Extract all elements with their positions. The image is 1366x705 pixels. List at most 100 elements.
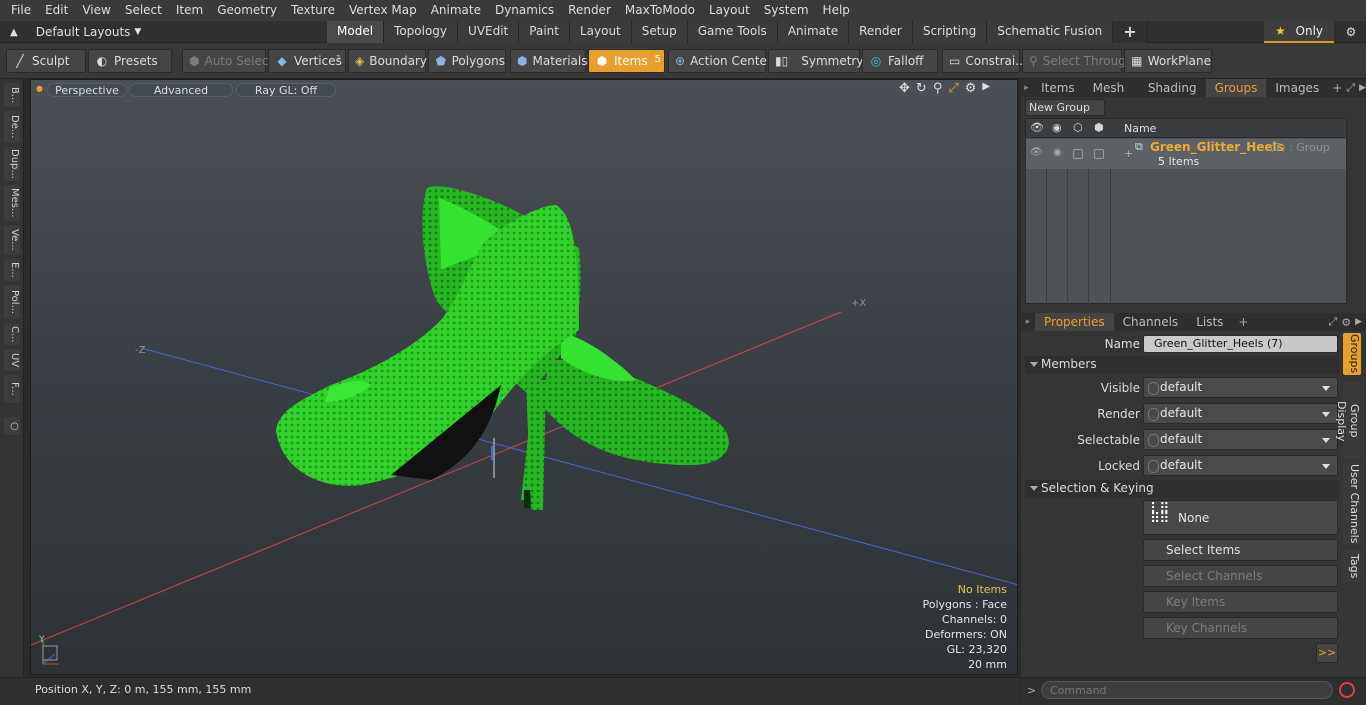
left-tab-deform[interactable]: De... [4,111,20,143]
left-tab-edge[interactable]: E... [4,259,20,281]
workplane-button[interactable]: ▦ WorkPlane [1124,49,1212,73]
left-tab-vertex[interactable]: Ve... [4,225,20,255]
add-tab-button[interactable]: + [1113,21,1148,43]
left-tab-curve[interactable]: C... [4,323,20,345]
tab-scripting[interactable]: Scripting [912,21,988,43]
row-eye-icon[interactable]: 👁 [1030,147,1043,158]
tab-model[interactable]: Model [327,21,385,43]
selectable-dropdown[interactable]: default [1143,429,1338,450]
menu-view[interactable]: View [75,0,117,21]
expand-panel-icon[interactable]: ⤢ [1346,81,1355,95]
only-toggle[interactable]: ★ Only [1264,21,1334,43]
side-tab-user-channels[interactable]: User Channels [1343,464,1361,544]
tab-uvedit[interactable]: UVEdit [458,21,520,43]
falloff-button[interactable]: ◎ Falloff [862,49,938,73]
auto-select-button[interactable]: ⬢ Auto Select [182,49,273,73]
lock-icon[interactable]: ⬡ [1073,121,1083,134]
render-icon[interactable]: ◉ [1052,121,1062,134]
tab-items[interactable]: Items [1032,79,1084,97]
left-tab-polygon[interactable]: Pol... [4,285,20,319]
menu-geometry[interactable]: Geometry [210,0,284,21]
visibility-eye-icon[interactable]: 👁 [1030,121,1044,134]
side-tab-groups[interactable]: Groups [1343,333,1361,375]
menu-texture[interactable]: Texture [284,0,342,21]
menu-animate[interactable]: Animate [424,0,488,21]
menu-vertex-map[interactable]: Vertex Map [342,0,424,21]
record-icon[interactable] [1339,682,1355,698]
tab-groups[interactable]: Groups [1205,79,1267,97]
render-dropdown[interactable]: default [1143,403,1338,424]
menu-select[interactable]: Select [118,0,169,21]
gear-icon[interactable]: ⚙ [1336,21,1366,43]
row-lock-checkbox[interactable] [1073,149,1083,159]
members-section[interactable]: Members [1025,356,1339,374]
more-button[interactable]: >> [1316,643,1338,663]
tab-channels[interactable]: Channels [1114,313,1188,331]
expand-panel-icon-2[interactable]: ⤢ [1328,315,1337,329]
menu-edit[interactable]: Edit [38,0,75,21]
tab-layout[interactable]: Layout [569,21,632,43]
3d-viewport[interactable]: ● Perspective Advanced Ray GL: Off ✥ ↻ ⚲… [30,79,1018,675]
none-button[interactable]: ⠇⠿ ⠿⠿ None [1143,500,1338,535]
name-field[interactable]: Green_Glitter_Heels (7) [1143,335,1338,353]
side-tab-tags[interactable]: Tags [1343,550,1361,582]
left-tab-uv[interactable]: UV [4,349,20,371]
menu-system[interactable]: System [757,0,816,21]
tab-shading[interactable]: Shading [1139,79,1206,97]
panel-menu-icon[interactable]: ▶ [1359,83,1366,93]
menu-layout[interactable]: Layout [702,0,757,21]
locked-dropdown[interactable]: default [1143,455,1338,476]
panel-menu-icon-2[interactable]: ▶ [1355,317,1362,327]
select-through-button[interactable]: ⚲ Select Through [1022,49,1133,73]
boundary-button[interactable]: ◈ Boundary [348,49,427,73]
tab-render[interactable]: Render [849,21,913,43]
left-tab-basic[interactable]: B... [4,83,20,107]
left-tab-mesh[interactable]: Mes... [4,185,20,221]
left-tab-fusion[interactable]: F... [4,375,20,403]
symmetry-button[interactable]: ▮▯ Symmetry [768,49,863,73]
tab-lists[interactable]: Lists [1187,313,1232,331]
presets-button[interactable]: ◐ Presets [88,49,172,73]
tab-animate[interactable]: Animate [777,21,850,43]
vertices-button[interactable]: ◆ Vertices 1 [268,49,346,73]
key-channels-button[interactable]: Key Channels [1143,617,1338,639]
action-center-button[interactable]: ⊕ Action Center [668,49,772,73]
row-render-icon[interactable]: ◉ [1053,147,1062,158]
table-row[interactable]: 👁 ◉ + ⧉ Green_Glitter_Heels (7) : Group … [1026,139,1346,169]
tab-setup[interactable]: Setup [631,21,688,43]
tab-schematic-fusion[interactable]: Schematic Fusion [987,21,1114,43]
tab-paint[interactable]: Paint [519,21,570,43]
menu-dynamics[interactable]: Dynamics [488,0,561,21]
tab-images[interactable]: Images [1266,79,1328,97]
tab-topology[interactable]: Topology [384,21,459,43]
visible-dropdown[interactable]: default [1143,377,1338,398]
menu-help[interactable]: Help [816,0,857,21]
tab-game-tools[interactable]: Game Tools [687,21,778,43]
layouts-dropdown[interactable]: ▲ Default Layouts ▼ [0,21,160,43]
select-channels-button[interactable]: Select Channels [1143,565,1338,587]
add-tab-icon-2[interactable]: + [1232,315,1254,329]
select-items-button[interactable]: Select Items [1143,539,1338,561]
tab-properties[interactable]: Properties [1035,313,1114,331]
menu-file[interactable]: File [4,0,38,21]
polygons-button[interactable]: ⬟ Polygons [428,49,506,73]
items-button[interactable]: ⬢ Items 5 [588,49,665,73]
command-input[interactable] [1041,681,1333,699]
selection-keying-section[interactable]: Selection & Keying [1025,480,1339,498]
tab-mesh[interactable]: Mesh ... [1084,79,1139,113]
key-items-button[interactable]: Key Items [1143,591,1338,613]
add-tab-icon[interactable]: + [1328,81,1346,95]
expand-plus-icon[interactable]: + [1124,147,1133,160]
materials-button[interactable]: ⬢ Materials [510,49,588,73]
panel-gear-icon[interactable]: ⚙ [1341,316,1351,329]
left-tab-toggle[interactable]: ○ [4,417,20,435]
side-tab-group-display[interactable]: Group Display [1335,383,1361,459]
menu-render[interactable]: Render [561,0,618,21]
select-icon[interactable]: ⬢ [1094,121,1104,134]
row-select-checkbox[interactable] [1094,149,1104,159]
sculpt-button[interactable]: ╱ Sculpt [6,49,86,73]
left-tab-duplicate[interactable]: Dup... [4,147,20,181]
new-group-button[interactable]: New Group [1025,99,1105,116]
menu-item[interactable]: Item [169,0,210,21]
menu-maxtomodo[interactable]: MaxToModo [618,0,702,21]
